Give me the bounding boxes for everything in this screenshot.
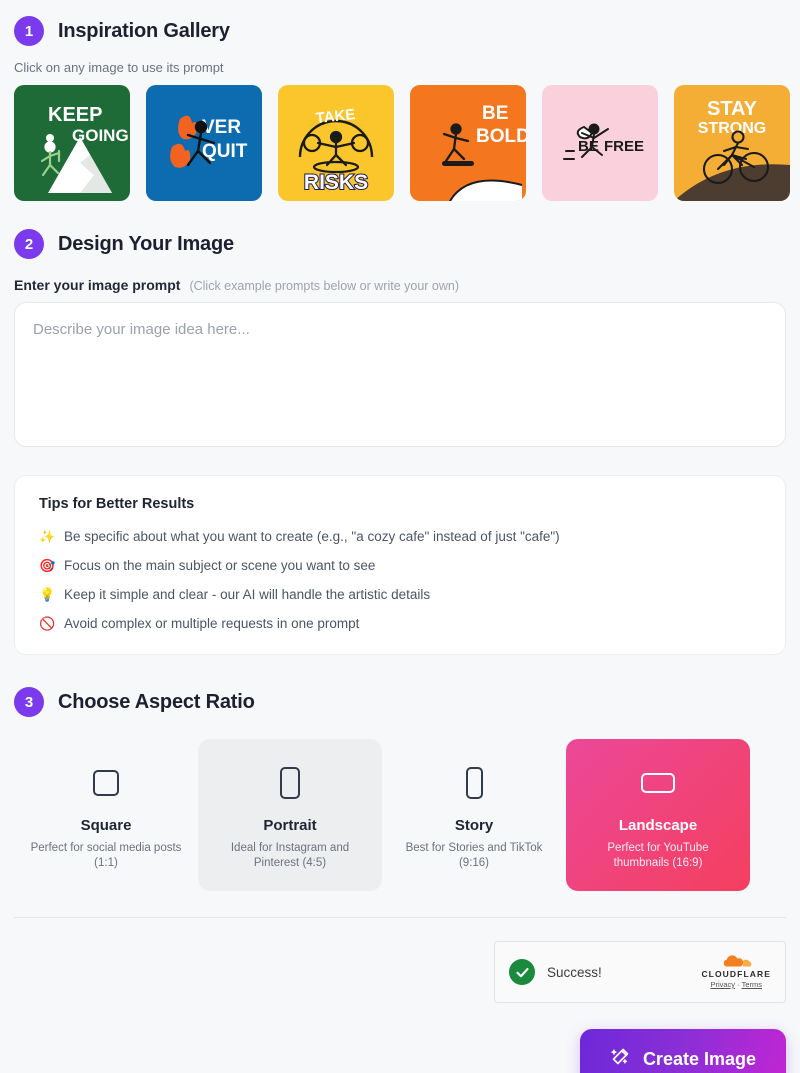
svg-text:RISKS: RISKS <box>304 171 368 194</box>
step-3-header: 3 Choose Aspect Ratio <box>14 687 786 717</box>
step-1-header: 1 Inspiration Gallery <box>14 16 786 46</box>
gallery-card-stay-strong[interactable]: STAY STRONG <box>674 85 790 201</box>
prohibited-icon: 🚫 <box>39 616 56 631</box>
step-3-badge: 3 <box>14 687 44 717</box>
cloudflare-brand: CLOUDFLARE Privacy · Terms <box>701 955 771 989</box>
be-bold-artwork: BE BOLD <box>442 103 526 201</box>
aspect-ratio-name: Square <box>80 817 132 834</box>
magic-wand-icon <box>610 1046 631 1072</box>
svg-text:BE: BE <box>482 103 508 124</box>
gallery-instruction: Click on any image to use its prompt <box>14 60 224 75</box>
section-design-your-image: 2 Design Your Image Enter your image pro… <box>14 201 786 655</box>
gallery-card-be-bold[interactable]: BE BOLD <box>410 85 526 201</box>
section-inspiration-gallery: 1 Inspiration Gallery Click on any image… <box>14 0 790 201</box>
svg-text:VER: VER <box>202 117 241 138</box>
prompt-label-row: Enter your image prompt (Click example p… <box>14 277 786 293</box>
tip-text: Keep it simple and clear - our AI will h… <box>64 587 431 602</box>
cloudflare-turnstile-widget[interactable]: Success! CLOUDFLARE Privacy · Terms <box>494 941 786 1003</box>
keep-going-artwork: KEEP GOING <box>40 104 129 193</box>
cloudflare-wordmark: CLOUDFLARE <box>701 969 771 979</box>
tip-item: 🚫 Avoid complex or multiple requests in … <box>39 615 761 632</box>
gallery-card-be-free[interactable]: BE FREE <box>542 85 658 201</box>
page-root: 1 Inspiration Gallery Click on any image… <box>0 0 800 1073</box>
svg-text:GOING: GOING <box>72 126 129 145</box>
step-1-badge: 1 <box>14 16 44 46</box>
aspect-ratio-option-square[interactable]: Square Perfect for social media posts (1… <box>14 739 198 891</box>
lightbulb-icon: 💡 <box>39 587 56 602</box>
gallery-grid: KEEP GOING VER QUIT TAKE RISKS BE BOLD B… <box>14 85 790 201</box>
square-shape-icon <box>93 761 119 805</box>
create-image-label: Create Image <box>642 1048 756 1069</box>
turnstile-status-text: Success! <box>547 964 602 980</box>
tip-text: Focus on the main subject or scene you w… <box>64 558 376 573</box>
sparkles-icon: ✨ <box>39 529 56 544</box>
create-image-button[interactable]: Create Image <box>579 1029 786 1073</box>
prompt-label: Enter your image prompt <box>14 277 181 293</box>
step-2-header: 2 Design Your Image <box>14 229 786 259</box>
tip-item: 🎯 Focus on the main subject or scene you… <box>39 557 761 574</box>
tips-title: Tips for Better Results <box>39 496 195 512</box>
landscape-shape-icon <box>641 761 675 805</box>
never-quit-artwork: VER QUIT <box>170 115 248 168</box>
story-shape-icon <box>465 761 483 805</box>
aspect-ratio-name: Story <box>454 817 494 834</box>
turnstile-row: Success! CLOUDFLARE Privacy · Terms <box>14 941 786 1003</box>
success-check-icon <box>509 959 535 985</box>
svg-text:FREE: FREE <box>604 138 644 155</box>
prompt-hint: (Click example prompts below or write yo… <box>189 279 459 293</box>
gallery-card-never-quit[interactable]: VER QUIT <box>146 85 262 201</box>
aspect-ratio-name: Landscape <box>618 817 698 834</box>
svg-text:KEEP: KEEP <box>48 104 102 126</box>
cta-row: Create Image <box>14 1029 786 1073</box>
be-free-artwork: BE FREE <box>563 123 644 160</box>
step-1-title: Inspiration Gallery <box>58 19 230 42</box>
step-2-title: Design Your Image <box>58 232 234 255</box>
aspect-ratio-option-portrait[interactable]: Portrait Ideal for Instagram and Pintere… <box>198 739 382 891</box>
tip-text: Be specific about what you want to creat… <box>64 529 560 544</box>
target-icon: 🎯 <box>39 558 56 573</box>
gallery-card-take-risks[interactable]: TAKE RISKS <box>278 85 394 201</box>
aspect-ratio-options: Square Perfect for social media posts (1… <box>14 739 786 891</box>
tip-item: ✨ Be specific about what you want to cre… <box>39 528 761 545</box>
aspect-ratio-description: Perfect for social media posts (1:1) <box>30 842 182 869</box>
tip-item: 💡 Keep it simple and clear - our AI will… <box>39 586 761 603</box>
svg-text:BE: BE <box>578 138 599 155</box>
section-divider <box>14 917 786 918</box>
aspect-ratio-description: Best for Stories and TikTok (9:16) <box>405 842 543 869</box>
tips-card: Tips for Better Results ✨ Be specific ab… <box>14 475 786 655</box>
svg-text:STAY: STAY <box>707 98 758 120</box>
aspect-ratio-description: Perfect for YouTube thumbnails (16:9) <box>607 842 709 869</box>
turnstile-links: Privacy · Terms <box>710 980 762 989</box>
image-prompt-input[interactable] <box>14 302 786 447</box>
tip-text: Avoid complex or multiple requests in on… <box>64 616 360 631</box>
section-choose-aspect-ratio: 3 Choose Aspect Ratio Square Perfect for… <box>14 655 786 891</box>
cloudflare-logo-icon <box>724 955 752 967</box>
portrait-shape-icon <box>280 761 300 805</box>
take-risks-artwork: TAKE RISKS <box>298 106 374 195</box>
terms-link[interactable]: Terms <box>742 980 762 989</box>
aspect-ratio-option-landscape[interactable]: Landscape Perfect for YouTube thumbnails… <box>566 739 750 891</box>
svg-text:BOLD: BOLD <box>476 126 526 147</box>
privacy-link[interactable]: Privacy <box>710 980 735 989</box>
aspect-ratio-option-story[interactable]: Story Best for Stories and TikTok (9:16) <box>382 739 566 891</box>
aspect-ratio-description: Ideal for Instagram and Pinterest (4:5) <box>230 842 350 869</box>
aspect-ratio-name: Portrait <box>263 817 317 834</box>
step-3-title: Choose Aspect Ratio <box>58 690 255 713</box>
gallery-card-keep-going[interactable]: KEEP GOING <box>14 85 130 201</box>
stay-strong-artwork: STAY STRONG <box>674 98 790 201</box>
svg-text:QUIT: QUIT <box>202 141 248 162</box>
step-2-badge: 2 <box>14 229 44 259</box>
